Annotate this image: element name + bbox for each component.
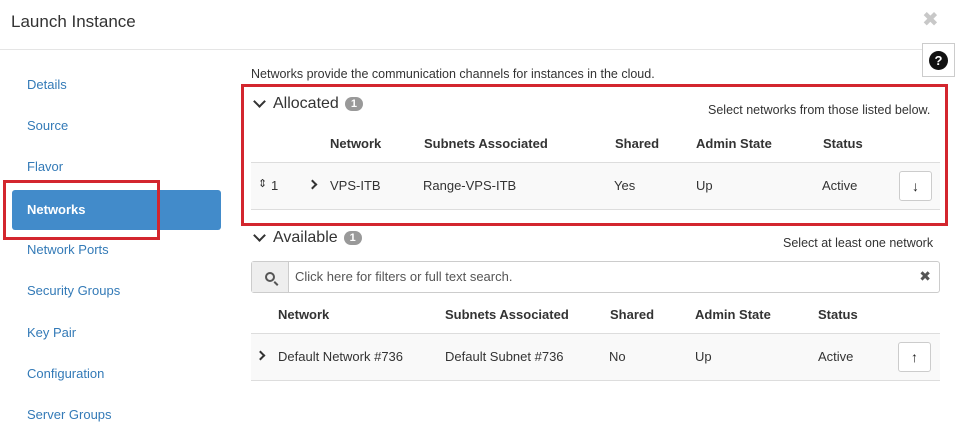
allocated-count-badge: 1 xyxy=(344,97,363,111)
allocated-col-admin-state: Admin State xyxy=(696,136,772,151)
available-col-subnets: Subnets Associated xyxy=(445,307,569,322)
row-admin-state: Up xyxy=(695,349,712,364)
row-shared: Yes xyxy=(614,178,636,193)
arrow-up-icon: ↑ xyxy=(911,349,918,365)
clear-icon[interactable]: ✖ xyxy=(919,268,931,285)
allocated-col-status: Status xyxy=(823,136,863,151)
allocate-button[interactable]: ↑ xyxy=(898,342,931,372)
search-icon xyxy=(265,272,275,282)
available-col-network: Network xyxy=(278,307,330,322)
search-icon-addon xyxy=(252,262,289,292)
sidebar-item-key-pair[interactable]: Key Pair xyxy=(12,313,221,353)
available-col-shared: Shared xyxy=(610,307,655,322)
search-input[interactable] xyxy=(295,269,895,284)
available-toggle[interactable]: Available 1 xyxy=(252,229,362,247)
row-order: 1 xyxy=(271,178,279,193)
available-count-badge: 1 xyxy=(343,231,362,245)
row-shared: No xyxy=(609,349,626,364)
chevron-right-icon[interactable] xyxy=(307,179,318,190)
available-title: Available xyxy=(273,229,338,246)
row-subnets: Range-VPS-ITB xyxy=(423,178,517,193)
available-col-admin-state: Admin State xyxy=(695,307,771,322)
help-icon: ? xyxy=(929,50,948,70)
filter-search-bar: ✖ xyxy=(251,261,940,293)
available-hint: Select at least one network xyxy=(783,236,934,250)
allocated-hint: Select networks from those listed below. xyxy=(708,103,931,117)
sidebar-item-configuration[interactable]: Configuration xyxy=(12,354,221,394)
table-row: ⇕ 1 VPS-ITB Range-VPS-ITB Yes Up Active … xyxy=(251,162,940,210)
chevron-down-icon xyxy=(253,95,266,108)
sidebar-item-security-groups[interactable]: Security Groups xyxy=(12,271,221,311)
sidebar-item-source[interactable]: Source xyxy=(12,106,221,146)
allocated-title: Allocated xyxy=(273,95,339,112)
allocated-toggle[interactable]: Allocated 1 xyxy=(252,95,363,113)
row-status: Active xyxy=(818,349,854,364)
modal-header: Launch Instance ✖ xyxy=(0,0,955,50)
sidebar-item-details[interactable]: Details xyxy=(12,65,221,105)
networks-intro: Networks provide the communication chann… xyxy=(251,67,655,81)
chevron-right-icon[interactable] xyxy=(255,350,266,361)
row-admin-state: Up xyxy=(696,178,713,193)
help-button[interactable]: ? xyxy=(922,43,955,77)
row-subnets: Default Subnet #736 xyxy=(445,349,564,364)
deallocate-button[interactable]: ↓ xyxy=(899,171,932,201)
chevron-down-icon xyxy=(253,229,266,242)
modal-title: Launch Instance xyxy=(11,12,136,31)
allocated-col-network: Network xyxy=(330,136,382,151)
available-col-status: Status xyxy=(818,307,858,322)
sidebar-item-networks[interactable]: Networks xyxy=(12,190,221,230)
reorder-handle-icon[interactable]: ⇕ xyxy=(258,177,267,190)
allocated-col-subnets: Subnets Associated xyxy=(424,136,548,151)
allocated-col-shared: Shared xyxy=(615,136,660,151)
row-network: VPS-ITB xyxy=(330,178,381,193)
arrow-down-icon: ↓ xyxy=(912,178,919,194)
close-icon[interactable]: ✖ xyxy=(922,7,939,32)
sidebar-item-flavor[interactable]: Flavor xyxy=(12,147,221,187)
sidebar-item-network-ports[interactable]: Network Ports xyxy=(12,230,221,270)
row-status: Active xyxy=(822,178,858,193)
table-row: Default Network #736 Default Subnet #736… xyxy=(251,333,940,381)
sidebar-item-server-groups[interactable]: Server Groups xyxy=(12,395,221,433)
row-network: Default Network #736 xyxy=(278,349,404,364)
